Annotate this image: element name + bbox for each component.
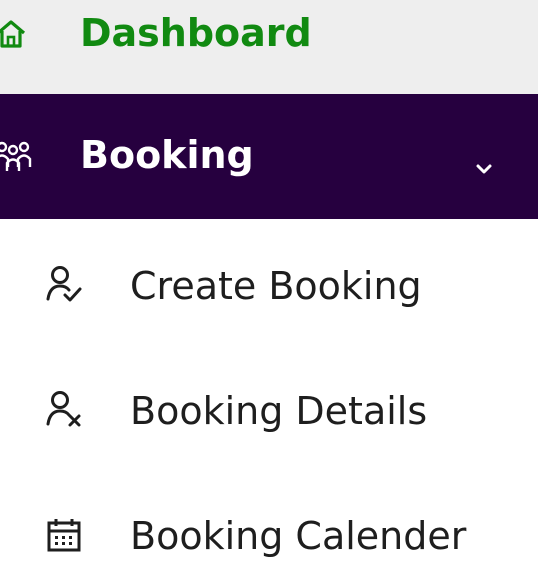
sidebar-item-dashboard[interactable]: Dashboard [0,0,538,94]
users-icon [0,141,32,171]
sidebar-subitem-create-booking[interactable]: Create Booking [0,219,538,344]
home-icon [0,20,26,48]
chevron-down-icon[interactable] [474,162,494,176]
calendar-icon [47,519,81,552]
sidebar-item-label: Dashboard [80,11,312,55]
sidebar-item-label: Booking [80,133,254,177]
sidebar-subitem-booking-calender[interactable]: Booking Calender [0,469,538,588]
sidebar-item-booking[interactable]: Booking [0,94,538,219]
sidebar-subitem-booking-details[interactable]: Booking Details [0,344,538,469]
sidebar-subitem-label: Create Booking [130,264,422,308]
sidebar-menu: Dashboard Booking Create Booking Booking… [0,0,538,588]
sidebar-subitem-label: Booking Details [130,389,428,433]
user-x-icon [46,391,81,427]
user-check-icon [46,266,82,302]
sidebar-subitem-label: Booking Calender [130,514,467,558]
